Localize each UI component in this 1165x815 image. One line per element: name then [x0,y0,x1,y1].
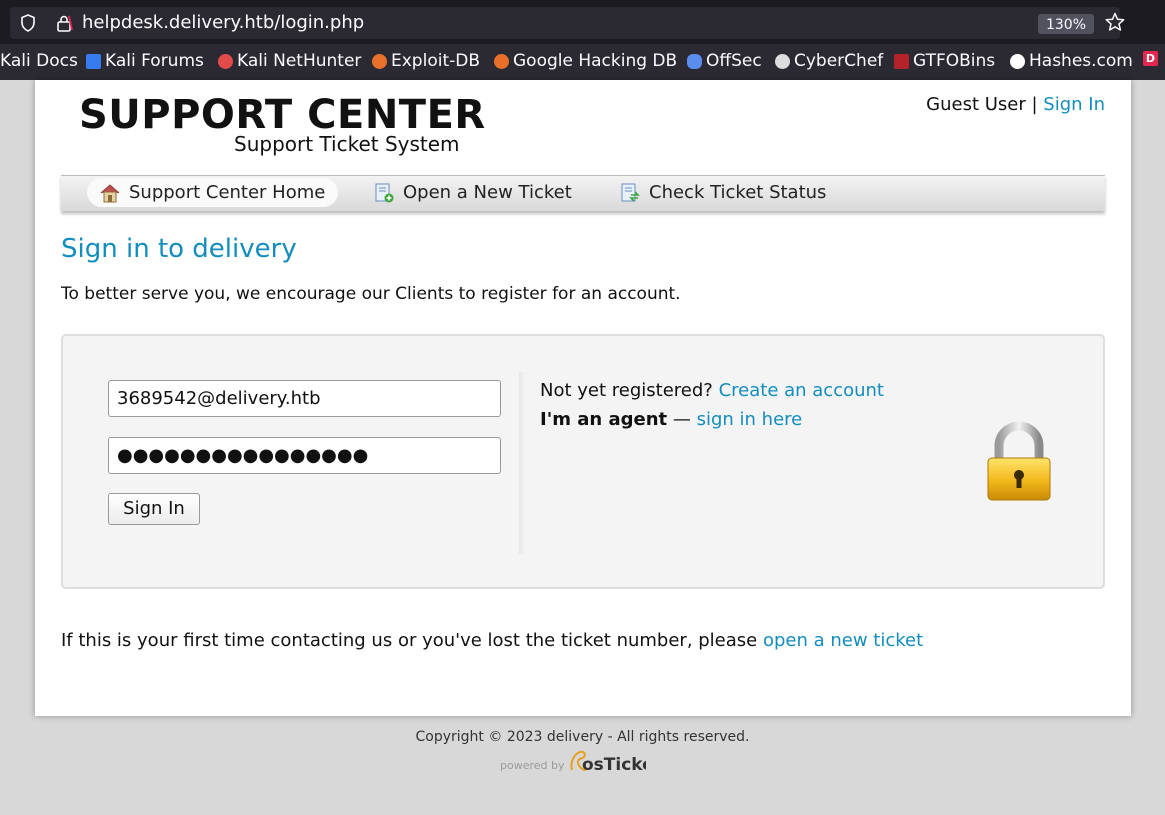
hashes-icon [1010,53,1025,69]
header-sign-in-link[interactable]: Sign In [1043,94,1105,115]
nav-support-center-home[interactable]: Support Center Home [87,178,339,207]
kali-forums-icon [86,53,101,69]
bookmark-overflow[interactable]: D [1143,51,1162,66]
bookmark-label: GTFOBins [913,51,996,71]
sign-in-button[interactable]: Sign In [108,493,200,525]
bookmark-kali-nethunter[interactable]: Kali NetHunter [218,51,361,71]
zoom-level[interactable]: 130% [1038,14,1094,34]
padlock-icon [987,421,1051,501]
bookmark-exploit-db[interactable]: Exploit-DB [372,51,480,71]
login-divider [519,372,525,554]
intro-text: To better serve you, we encourage our Cl… [61,284,681,304]
bookmark-label: Google Hacking DB [513,51,678,71]
offsec-icon [687,53,702,69]
ghdb-icon [494,53,509,69]
not-registered-label: Not yet registered? [540,380,713,401]
nav-open-new-ticket[interactable]: Open a New Ticket [361,178,585,207]
copyright-footer: Copyright © 2023 delivery - All rights r… [415,729,750,745]
bookmark-label: Kali Forums [105,51,204,71]
powered-by-osticket-logo[interactable]: powered by osTicket [500,748,646,774]
shield-icon[interactable] [18,13,38,33]
nav-label: Open a New Ticket [403,182,572,203]
powered-by-label: powered by [500,759,565,772]
username-field[interactable]: 3689542@delivery.htb [108,380,501,417]
nav-label: Check Ticket Status [649,182,827,203]
bookmark-label: Kali NetHunter [237,51,362,71]
logo-subtitle: Support Ticket System [234,132,460,156]
browser-toolbar: helpdesk.delivery.htb/login.php 130% [0,0,1165,44]
bookmarks-toolbar: Kali Docs Kali Forums Kali NetHunter Exp… [0,44,1165,80]
overflow-bookmark-icon: D [1143,51,1158,66]
url-text[interactable]: helpdesk.delivery.htb/login.php [82,12,364,33]
bookmark-gtfobins[interactable]: GTFOBins [894,51,995,71]
nav-check-ticket-status[interactable]: Check Ticket Status [607,178,839,207]
password-field[interactable]: ●●●●●●●●●●●●●●●● [108,437,501,474]
bookmark-label: OffSec [706,51,762,71]
nethunter-icon [218,53,233,69]
exploitdb-icon [372,53,387,69]
bookmark-kali-forums[interactable]: Kali Forums [86,51,204,71]
lock-icon[interactable] [54,13,74,33]
open-new-ticket-link[interactable]: open a new ticket [763,630,923,651]
bottom-text-label: If this is your first time contacting us… [61,630,758,651]
user-info: Guest User | Sign In [926,94,1105,115]
page-container: SUPPORT CENTER Support Ticket System Gue… [35,80,1131,716]
main-nav: Support Center Home Open a New Ticket Ch… [61,175,1105,211]
bookmark-star-icon[interactable] [1104,11,1126,33]
ticket-status-icon [621,183,640,202]
login-box: 3689542@delivery.htb ●●●●●●●●●●●●●●●● Si… [61,334,1105,589]
bookmark-label: CyberChef [794,51,884,71]
bookmark-cyberchef[interactable]: CyberChef [775,51,883,71]
guest-user-label: Guest User | [926,94,1038,115]
osticket-brand: osTicket [582,755,646,774]
bookmark-hashes[interactable]: Hashes.com [1010,51,1133,71]
bookmark-label: Exploit-DB [391,51,480,71]
cyberchef-icon [775,53,790,69]
page-title: Sign in to delivery [61,234,297,264]
bookmark-kali-docs[interactable]: Kali Docs [0,51,78,71]
register-prompt: Not yet registered? Create an account [540,380,884,401]
nav-label: Support Center Home [129,182,326,203]
agent-label: I'm an agent [540,409,668,430]
gtfobins-icon [894,53,909,69]
agent-dash: — [672,409,691,430]
url-bar[interactable]: helpdesk.delivery.htb/login.php 130% [10,7,1125,39]
bottom-text: If this is your first time contacting us… [61,630,923,651]
home-icon [100,183,120,202]
new-ticket-icon [375,183,394,202]
bookmark-google-hacking-db[interactable]: Google Hacking DB [494,51,677,71]
create-account-link[interactable]: Create an account [719,380,884,401]
agent-sign-in-link[interactable]: sign in here [697,409,803,430]
bookmark-offsec[interactable]: OffSec [687,51,762,71]
bookmark-label: Kali Docs [0,51,78,71]
agent-prompt: I'm an agent — sign in here [540,409,802,430]
bookmark-label: Hashes.com [1029,51,1133,71]
